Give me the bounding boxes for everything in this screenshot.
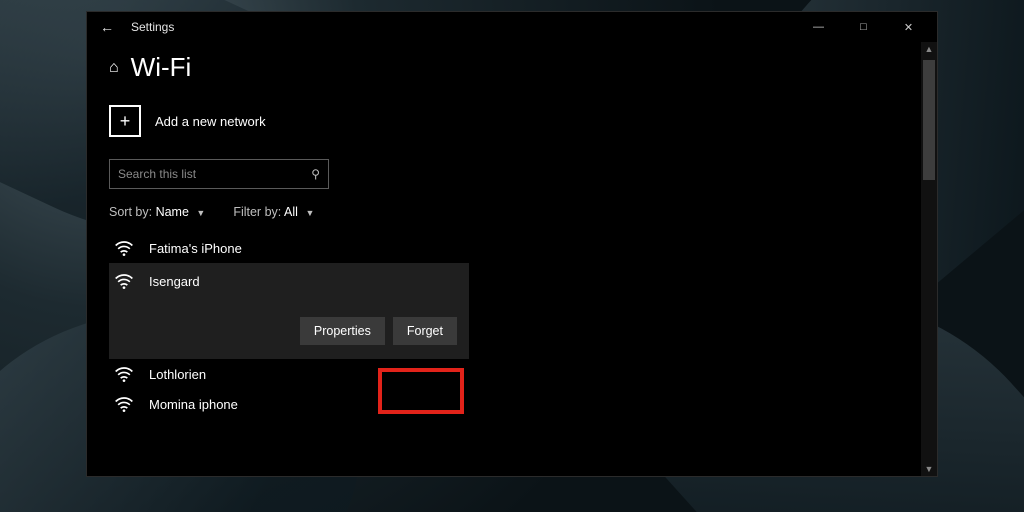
app-title: Settings [131,20,174,34]
minimize-button[interactable]: — [796,12,841,42]
network-item-selected[interactable]: Isengard Properties Forget [109,263,469,359]
wifi-icon [113,396,135,412]
sort-by[interactable]: Sort by: Name ▼ [109,205,205,219]
scroll-down-icon[interactable]: ▼ [921,464,937,474]
filter-label: Filter by: [233,205,281,219]
titlebar: ← Settings — □ ✕ [87,12,937,42]
content-area: ⌂ Wi-Fi + Add a new network ⚲ Sort by: N… [87,42,937,476]
network-name: Isengard [149,274,200,289]
add-network-label: Add a new network [155,114,266,129]
settings-window: ← Settings — □ ✕ ⌂ Wi-Fi + Add a new net… [86,11,938,477]
close-button[interactable]: ✕ [886,12,931,42]
properties-button[interactable]: Properties [300,317,385,345]
scrollbar[interactable]: ▲ ▼ [921,42,937,476]
network-name: Momina iphone [149,397,238,412]
home-icon[interactable]: ⌂ [109,59,119,77]
chevron-down-icon: ▼ [196,208,205,218]
plus-icon: + [109,105,141,137]
scroll-thumb[interactable] [923,60,935,180]
forget-button[interactable]: Forget [393,317,457,345]
filter-value: All [284,205,298,219]
network-item[interactable]: Lothlorien [109,359,469,389]
page-title: Wi-Fi [131,52,192,83]
search-input[interactable] [118,167,311,181]
wifi-icon [113,240,135,256]
network-name: Lothlorien [149,367,206,382]
chevron-down-icon: ▼ [305,208,314,218]
network-item[interactable]: Momina iphone [109,389,469,419]
sort-value: Name [156,205,189,219]
search-icon[interactable]: ⚲ [311,167,320,181]
sort-label: Sort by: [109,205,152,219]
scroll-up-icon[interactable]: ▲ [921,44,937,54]
search-box[interactable]: ⚲ [109,159,329,189]
network-name: Fatima's iPhone [149,241,242,256]
network-item[interactable]: Fatima's iPhone [109,233,469,263]
add-network-row[interactable]: + Add a new network [109,105,937,137]
back-button[interactable]: ← [95,19,119,35]
maximize-button[interactable]: □ [841,12,886,42]
filter-by[interactable]: Filter by: All ▼ [233,205,314,219]
wifi-icon [113,366,135,382]
wifi-icon [113,273,135,289]
